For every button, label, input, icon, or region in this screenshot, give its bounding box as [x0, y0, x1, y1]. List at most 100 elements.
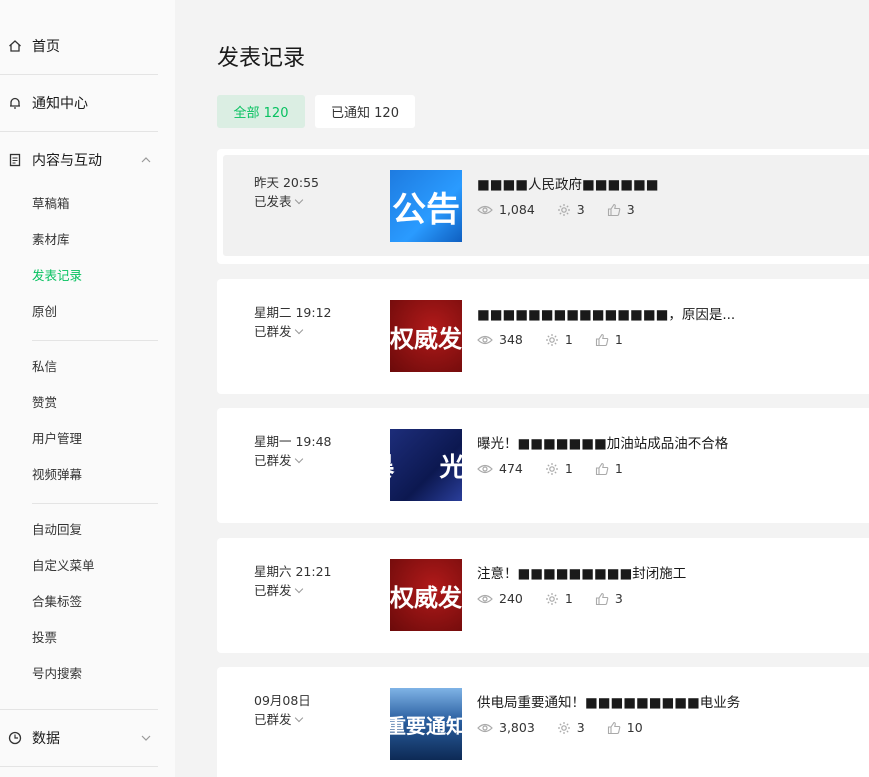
sidebar-item-vote[interactable]: 投票	[32, 629, 57, 647]
sidebar-section-label: 内容与互动	[32, 152, 102, 169]
post-status[interactable]: 已群发	[254, 580, 303, 599]
likes-stat: 3	[607, 202, 635, 217]
post-date: 星期六 21:21	[254, 564, 332, 579]
eye-icon	[477, 464, 493, 473]
chevron-down-icon	[294, 195, 303, 205]
sidebar-item-user-management[interactable]: 用户管理	[32, 430, 82, 448]
post-thumbnail[interactable]: 重要通知	[390, 688, 462, 760]
gear-icon	[557, 203, 570, 216]
gear-icon	[545, 592, 558, 605]
sidebar-item-materials[interactable]: 素材库	[32, 231, 70, 249]
sidebar-item-custom-menu[interactable]: 自定义菜单	[32, 557, 95, 575]
document-icon	[8, 153, 22, 167]
post-thumbnail[interactable]: 权威发布	[390, 300, 462, 372]
sidebar-item-collection-tags[interactable]: 合集标签	[32, 593, 82, 611]
post-stats: 348 1 1	[477, 332, 645, 347]
post-status-label: 已群发	[254, 453, 292, 468]
chevron-down-icon[interactable]	[140, 732, 152, 744]
shares-count: 1	[564, 332, 573, 347]
sidebar-section-data[interactable]: 数据	[0, 709, 158, 766]
sidebar-item-search[interactable]: 号内搜索	[32, 665, 82, 683]
post-status-label: 已群发	[254, 324, 292, 339]
sidebar-item-drafts[interactable]: 草稿箱	[32, 195, 70, 213]
shares-stat: 1	[545, 461, 573, 476]
post-title[interactable]: 供电局重要通知！■■■■■■■■■电业务	[477, 691, 857, 711]
shares-count: 3	[576, 202, 585, 217]
thumbs-up-icon	[595, 333, 609, 346]
post-title[interactable]: ■■■■人民政府■■■■■■	[477, 173, 857, 193]
likes-count: 3	[626, 202, 635, 217]
chevron-down-icon	[294, 454, 303, 464]
post-title[interactable]: 注意！■■■■■■■■■封闭施工	[477, 562, 857, 582]
sidebar-item-publish-records[interactable]: 发表记录	[32, 267, 82, 285]
post-card[interactable]: 昨天 20:55 已发表 公告 ■■■■人民政府■■■■■■ 1,084 3 3	[217, 149, 869, 264]
sidebar-item-messages[interactable]: 私信	[32, 358, 57, 376]
shares-stat: 1	[545, 332, 573, 347]
views-count: 348	[499, 332, 523, 347]
sidebar-item-rewards[interactable]: 赞赏	[32, 394, 57, 412]
likes-stat: 1	[595, 461, 623, 476]
home-icon	[8, 39, 22, 53]
gear-icon	[557, 721, 570, 734]
shares-count: 1	[564, 461, 573, 476]
sidebar-item-label: 首页	[32, 38, 60, 55]
eye-icon	[477, 723, 493, 732]
sidebar-item-video-comments[interactable]: 视频弹幕	[32, 466, 82, 484]
post-thumbnail[interactable]: 权威发布	[390, 559, 462, 631]
filter-tab-all[interactable]: 全部 120	[217, 95, 305, 128]
post-status[interactable]: 已群发	[254, 709, 303, 728]
shares-stat: 3	[557, 202, 585, 217]
post-stats: 1,084 3 3	[477, 202, 657, 217]
chevron-down-icon	[294, 584, 303, 594]
thumbs-up-icon	[595, 592, 609, 605]
post-title[interactable]: ■■■■■■■■■■■■■■■，原因是...	[477, 303, 857, 323]
clock-icon	[8, 731, 22, 745]
sidebar-item-auto-reply[interactable]: 自动回复	[32, 521, 82, 539]
post-thumbnail[interactable]: 公告	[390, 170, 462, 242]
post-date: 09月08日	[254, 693, 311, 708]
shares-count: 1	[564, 591, 573, 606]
eye-icon	[477, 594, 493, 603]
chevron-up-icon[interactable]	[140, 154, 152, 166]
post-stats: 474 1 1	[477, 461, 645, 476]
shares-count: 3	[576, 720, 585, 735]
sidebar-item-home[interactable]: 首页	[0, 17, 158, 74]
post-card[interactable]: 星期六 21:21 已群发 权威发布 注意！■■■■■■■■■封闭施工 240 …	[217, 538, 869, 653]
main-content: 发表记录 全部 120 已通知 120 昨天 20:55 已发表 公告 ■■■■…	[175, 0, 869, 777]
likes-count: 1	[614, 332, 623, 347]
views-stat: 1,084	[477, 202, 535, 217]
likes-count: 10	[626, 720, 643, 735]
views-count: 1,084	[499, 202, 535, 217]
post-status[interactable]: 已群发	[254, 321, 303, 340]
sidebar-item-original[interactable]: 原创	[32, 303, 57, 321]
chevron-down-icon	[294, 713, 303, 723]
post-status[interactable]: 已群发	[254, 450, 303, 469]
post-status-label: 已群发	[254, 712, 292, 727]
likes-stat: 1	[595, 332, 623, 347]
views-stat: 240	[477, 591, 523, 606]
post-card[interactable]: 09月08日 已群发 重要通知 供电局重要通知！■■■■■■■■■电业务 3,8…	[217, 667, 869, 777]
shares-stat: 1	[545, 591, 573, 606]
thumbs-up-icon	[607, 721, 621, 734]
views-stat: 3,803	[477, 720, 535, 735]
post-status-label: 已群发	[254, 583, 292, 598]
post-stats: 3,803 3 10	[477, 720, 665, 735]
likes-stat: 10	[607, 720, 643, 735]
views-stat: 348	[477, 332, 523, 347]
post-date: 昨天 20:55	[254, 175, 319, 190]
thumbs-up-icon	[595, 462, 609, 475]
likes-count: 1	[614, 461, 623, 476]
gear-icon	[545, 462, 558, 475]
post-title[interactable]: 曝光！■■■■■■■加油站成品油不合格	[477, 432, 857, 452]
post-status[interactable]: 已发表	[254, 191, 303, 210]
sidebar-section-content[interactable]: 内容与互动	[0, 131, 158, 188]
sidebar-item-notifications[interactable]: 通知中心	[0, 74, 158, 131]
post-thumbnail[interactable]: 暴 光	[390, 429, 462, 501]
bell-icon	[8, 96, 22, 110]
filter-tab-notified[interactable]: 已通知 120	[315, 95, 415, 128]
views-count: 240	[499, 591, 523, 606]
eye-icon	[477, 335, 493, 344]
post-card[interactable]: 星期一 19:48 已群发 暴 光 曝光！■■■■■■■加油站成品油不合格 47…	[217, 408, 869, 523]
post-date: 星期一 19:48	[254, 434, 332, 449]
post-card[interactable]: 星期二 19:12 已群发 权威发布 ■■■■■■■■■■■■■■■，原因是..…	[217, 279, 869, 394]
